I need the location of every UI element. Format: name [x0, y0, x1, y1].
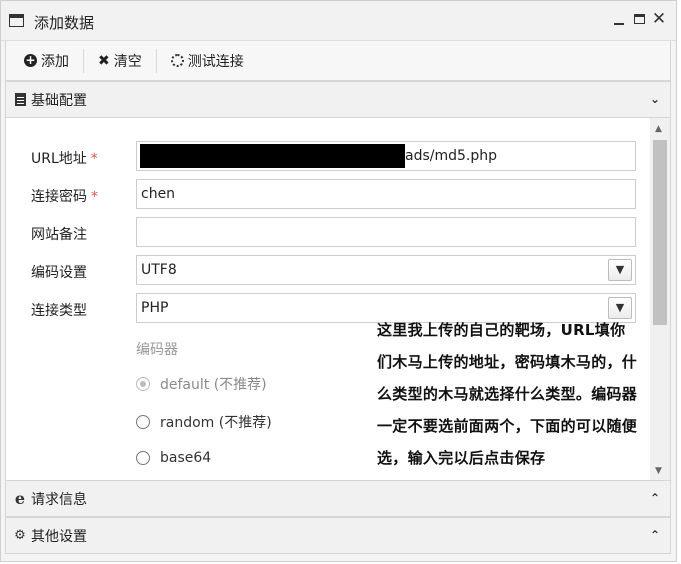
- chevron-up-icon[interactable]: ⌃: [650, 528, 660, 542]
- scroll-down-icon[interactable]: ▼: [655, 466, 662, 476]
- e-icon: e: [14, 489, 26, 508]
- radio-button[interactable]: [136, 377, 150, 391]
- minimize-icon: [614, 22, 624, 25]
- test-connection-label: 测试连接: [187, 53, 244, 70]
- chevron-up-icon[interactable]: ⌃: [650, 491, 660, 505]
- x-icon: ✖: [98, 52, 110, 69]
- minimize-button[interactable]: [612, 11, 626, 27]
- required-mark: *: [91, 189, 98, 205]
- vertical-scrollbar[interactable]: ▲ ▼: [650, 118, 670, 480]
- encoder-option-base64[interactable]: base64: [136, 450, 211, 466]
- section-basic-label: 基础配置: [31, 92, 87, 109]
- close-button[interactable]: ✕: [651, 9, 667, 29]
- type-value: PHP: [141, 300, 169, 316]
- spinner-icon: [170, 54, 184, 67]
- section-request-label: 请求信息: [31, 491, 87, 508]
- maximize-button[interactable]: [632, 11, 646, 27]
- section-other-label: 其他设置: [31, 528, 87, 545]
- redaction-block: [140, 144, 405, 168]
- password-label: 连接密码 *: [31, 189, 98, 205]
- encoding-select[interactable]: UTF8 ▼: [136, 255, 636, 285]
- password-input[interactable]: chen: [136, 179, 636, 209]
- radio-button[interactable]: [136, 415, 150, 429]
- window-controls: ✕: [612, 9, 667, 29]
- clear-button[interactable]: ✖ 清空: [90, 48, 150, 74]
- close-icon: ✕: [651, 9, 667, 29]
- scroll-thumb[interactable]: [653, 140, 667, 325]
- plus-circle-icon: +: [24, 53, 37, 67]
- encoding-label: 编码设置: [31, 265, 87, 281]
- note-input[interactable]: [136, 217, 636, 247]
- test-connection-button[interactable]: 测试连接: [163, 48, 252, 74]
- encoder-title: 编码器: [136, 342, 178, 358]
- scroll-up-icon[interactable]: ▲: [655, 124, 662, 134]
- add-button-label: 添加: [41, 53, 69, 70]
- encoder-option-random[interactable]: random (不推荐): [136, 412, 272, 432]
- encoder-option-label: base64: [160, 450, 212, 466]
- toolbar-divider: [83, 48, 84, 73]
- document-icon: [13, 93, 27, 106]
- toolbar: + 添加 ✖ 清空 测试连接: [5, 41, 671, 81]
- section-request-header[interactable]: e 请求信息 ⌃: [5, 480, 671, 517]
- note-label: 网站备注: [31, 227, 87, 243]
- encoder-option-label: default (不推荐): [160, 377, 267, 393]
- type-label: 连接类型: [31, 303, 87, 319]
- encoder-option-default[interactable]: default (不推荐): [136, 374, 267, 394]
- url-value-tail: ads/md5.php: [405, 148, 498, 164]
- window-titlebar[interactable]: 添加数据 ✕: [1, 1, 676, 41]
- window-icon: [9, 14, 24, 27]
- add-data-window: 添加数据 ✕ + 添加 ✖ 清空 测试连接 基础配置 ⌄ URL地址 * ads…: [0, 0, 677, 562]
- section-basic-header[interactable]: 基础配置 ⌄: [5, 81, 671, 118]
- encoder-option-label: random (不推荐): [160, 415, 272, 431]
- maximize-icon: [633, 14, 645, 24]
- chevron-down-icon[interactable]: ▼: [608, 259, 632, 281]
- required-mark: *: [90, 151, 98, 167]
- radio-button[interactable]: [136, 451, 150, 465]
- gears-icon: ⚙: [14, 528, 26, 543]
- chevron-down-icon[interactable]: ⌄: [650, 92, 660, 106]
- url-label: URL地址 *: [31, 151, 98, 167]
- encoding-value: UTF8: [141, 262, 177, 278]
- url-input[interactable]: ads/md5.php: [136, 141, 636, 171]
- clear-button-label: 清空: [113, 53, 142, 70]
- add-button[interactable]: + 添加: [16, 48, 77, 74]
- toolbar-divider: [155, 48, 157, 73]
- section-other-header[interactable]: ⚙ 其他设置 ⌃: [5, 517, 671, 554]
- window-title: 添加数据: [34, 14, 95, 32]
- annotation-text: 这里我上传的自己的靶场，URL填你们木马上传的地址，密码填木马的，什么类型的木马…: [377, 321, 638, 467]
